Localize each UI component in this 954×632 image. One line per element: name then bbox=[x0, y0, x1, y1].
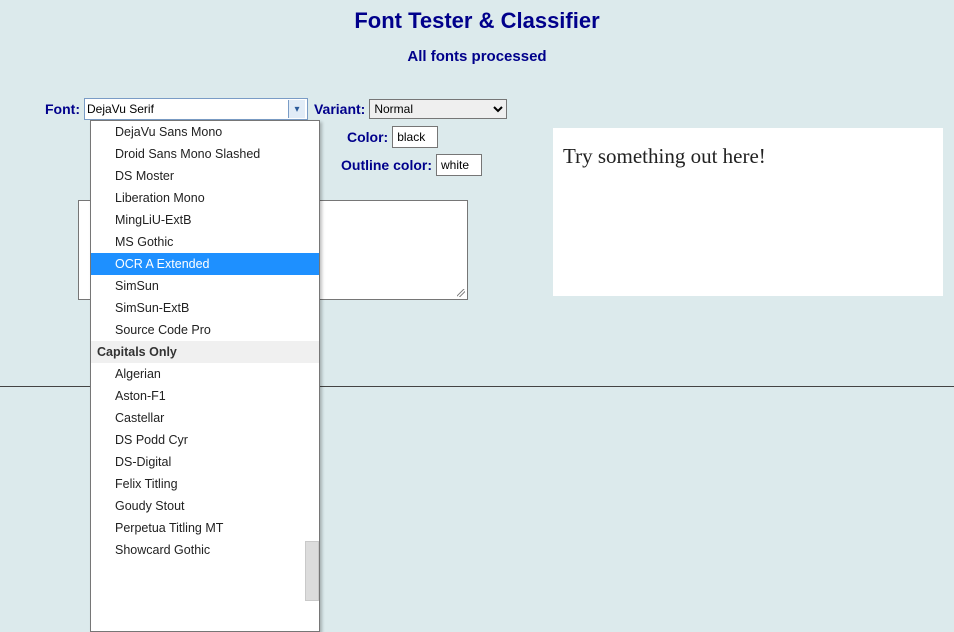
preview-area: Try something out here! bbox=[553, 128, 943, 296]
font-option[interactable]: MS Gothic bbox=[91, 231, 319, 253]
font-select[interactable]: DejaVu Serif ▾ bbox=[84, 98, 308, 120]
font-option[interactable]: DS Podd Cyr bbox=[91, 429, 319, 451]
outline-color-label: Outline color: bbox=[341, 157, 432, 173]
font-option[interactable]: SimSun bbox=[91, 275, 319, 297]
font-dropdown-list[interactable]: DejaVu Sans MonoDroid Sans Mono SlashedD… bbox=[90, 120, 320, 632]
font-option[interactable]: SimSun-ExtB bbox=[91, 297, 319, 319]
font-option[interactable]: Algerian bbox=[91, 363, 319, 385]
font-option[interactable]: Castellar bbox=[91, 407, 319, 429]
font-option[interactable]: DS Moster bbox=[91, 165, 319, 187]
font-option[interactable]: DS-Digital bbox=[91, 451, 319, 473]
font-option[interactable]: Droid Sans Mono Slashed bbox=[91, 143, 319, 165]
variant-select[interactable]: Normal bbox=[369, 99, 507, 119]
outline-color-input[interactable] bbox=[436, 154, 482, 176]
color-label: Color: bbox=[347, 129, 388, 145]
page-title: Font Tester & Classifier bbox=[0, 0, 954, 34]
status-subtitle: All fonts processed bbox=[0, 48, 954, 65]
font-option[interactable]: Showcard Gothic bbox=[91, 539, 319, 561]
font-option[interactable]: Liberation Mono bbox=[91, 187, 319, 209]
scrollbar-thumb[interactable] bbox=[305, 541, 319, 601]
font-option[interactable]: Source Code Pro bbox=[91, 319, 319, 341]
preview-text: Try something out here! bbox=[563, 144, 766, 168]
font-option[interactable]: Goudy Stout bbox=[91, 495, 319, 517]
chevron-down-icon: ▾ bbox=[288, 100, 305, 118]
font-optgroup-label: Capitals Only bbox=[91, 341, 319, 363]
font-option[interactable]: MingLiU-ExtB bbox=[91, 209, 319, 231]
font-option[interactable]: Perpetua Titling MT bbox=[91, 517, 319, 539]
font-option[interactable]: Felix Titling bbox=[91, 473, 319, 495]
font-option[interactable]: Aston-F1 bbox=[91, 385, 319, 407]
font-select-value: DejaVu Serif bbox=[87, 102, 154, 116]
font-option[interactable]: DejaVu Sans Mono bbox=[91, 121, 319, 143]
color-input[interactable] bbox=[392, 126, 438, 148]
font-label: Font: bbox=[45, 101, 80, 117]
variant-label: Variant: bbox=[314, 101, 365, 117]
font-option[interactable]: OCR A Extended bbox=[91, 253, 319, 275]
